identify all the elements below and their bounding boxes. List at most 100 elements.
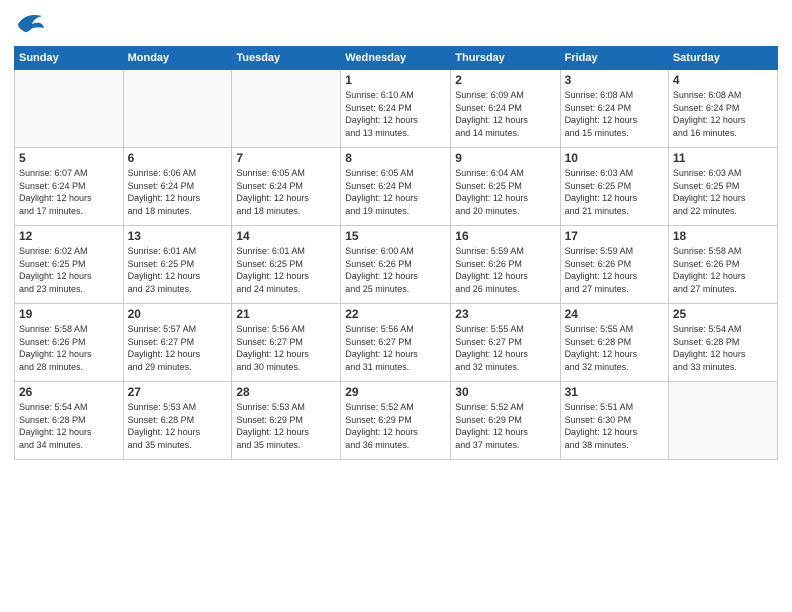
calendar-header-monday: Monday [123,47,232,70]
day-info: Sunrise: 6:09 AM Sunset: 6:24 PM Dayligh… [455,89,555,139]
calendar-header-thursday: Thursday [451,47,560,70]
day-info: Sunrise: 5:59 AM Sunset: 6:26 PM Dayligh… [565,245,664,295]
calendar-cell [123,70,232,148]
calendar-cell: 28Sunrise: 5:53 AM Sunset: 6:29 PM Dayli… [232,382,341,460]
calendar-cell: 20 Sunrise: 5:57 AM Sunset: 6:27 PM Dayli… [123,304,232,382]
calendar-cell: 19Sunrise: 5:58 AM Sunset: 6:26 PM Dayli… [15,304,124,382]
day-number: 22 [345,307,446,321]
calendar-cell [232,70,341,148]
calendar-cell: 9 Sunrise: 6:04 AM Sunset: 6:25 PM Daylig… [451,148,560,226]
calendar-cell: 16 Sunrise: 5:59 AM Sunset: 6:26 PM Dayli… [451,226,560,304]
calendar-cell: 4 Sunrise: 6:08 AM Sunset: 6:24 PM Daylig… [668,70,777,148]
calendar-cell: 6Sunrise: 6:06 AM Sunset: 6:24 PM Daylig… [123,148,232,226]
calendar-header-tuesday: Tuesday [232,47,341,70]
day-info: Sunrise: 6:08 AM Sunset: 6:24 PM Dayligh… [673,89,773,139]
day-number: 31 [565,385,664,399]
day-info: Sunrise: 6:04 AM Sunset: 6:25 PM Dayligh… [455,167,555,217]
day-info: Sunrise: 6:10 AM Sunset: 6:24 PM Dayligh… [345,89,446,139]
calendar-header-friday: Friday [560,47,668,70]
calendar-cell: 21 Sunrise: 5:56 AM Sunset: 6:27 PM Dayli… [232,304,341,382]
day-info: Sunrise: 6:05 AM Sunset: 6:24 PM Dayligh… [236,167,336,217]
logo-bird-icon [14,10,46,38]
day-number: 10 [565,151,664,165]
day-number: 27 [128,385,228,399]
calendar-cell: 7 Sunrise: 6:05 AM Sunset: 6:24 PM Daylig… [232,148,341,226]
day-info: Sunrise: 6:07 AM Sunset: 6:24 PM Dayligh… [19,167,119,217]
day-info: Sunrise: 6:08 AM Sunset: 6:24 PM Dayligh… [565,89,664,139]
calendar-cell: 25 Sunrise: 5:54 AM Sunset: 6:28 PM Dayli… [668,304,777,382]
day-info: Sunrise: 5:54 AM Sunset: 6:28 PM Dayligh… [19,401,119,451]
day-info: Sunrise: 5:54 AM Sunset: 6:28 PM Dayligh… [673,323,773,373]
calendar-week-row: 12 Sunrise: 6:02 AM Sunset: 6:25 PM Dayli… [15,226,778,304]
logo [14,10,46,38]
day-number: 13 [128,229,228,243]
day-info: Sunrise: 6:00 AM Sunset: 6:26 PM Dayligh… [345,245,446,295]
day-info: Sunrise: 5:53 AM Sunset: 6:28 PM Dayligh… [128,401,228,451]
day-number: 1 [345,73,446,87]
day-info: Sunrise: 6:05 AM Sunset: 6:24 PM Dayligh… [345,167,446,217]
day-number: 5 [19,151,119,165]
day-number: 18 [673,229,773,243]
calendar-week-row: 1 Sunrise: 6:10 AM Sunset: 6:24 PM Daylig… [15,70,778,148]
calendar-header-saturday: Saturday [668,47,777,70]
day-info: Sunrise: 5:56 AM Sunset: 6:27 PM Dayligh… [236,323,336,373]
day-number: 21 [236,307,336,321]
calendar-cell: 31 Sunrise: 5:51 AM Sunset: 6:30 PM Dayli… [560,382,668,460]
calendar-cell: 5 Sunrise: 6:07 AM Sunset: 6:24 PM Daylig… [15,148,124,226]
day-number: 9 [455,151,555,165]
day-number: 16 [455,229,555,243]
calendar-cell: 11 Sunrise: 6:03 AM Sunset: 6:25 PM Dayli… [668,148,777,226]
day-info: Sunrise: 6:01 AM Sunset: 6:25 PM Dayligh… [128,245,228,295]
day-info: Sunrise: 5:55 AM Sunset: 6:27 PM Dayligh… [455,323,555,373]
day-info: Sunrise: 5:59 AM Sunset: 6:26 PM Dayligh… [455,245,555,295]
day-number: 20 [128,307,228,321]
calendar-week-row: 19Sunrise: 5:58 AM Sunset: 6:26 PM Dayli… [15,304,778,382]
day-number: 6 [128,151,228,165]
header [14,10,778,38]
day-number: 30 [455,385,555,399]
day-info: Sunrise: 5:52 AM Sunset: 6:29 PM Dayligh… [455,401,555,451]
calendar-cell: 18 Sunrise: 5:58 AM Sunset: 6:26 PM Dayli… [668,226,777,304]
day-info: Sunrise: 6:03 AM Sunset: 6:25 PM Dayligh… [565,167,664,217]
calendar-week-row: 26Sunrise: 5:54 AM Sunset: 6:28 PM Dayli… [15,382,778,460]
calendar-cell: 1 Sunrise: 6:10 AM Sunset: 6:24 PM Daylig… [341,70,451,148]
calendar-cell [668,382,777,460]
calendar-cell: 8Sunrise: 6:05 AM Sunset: 6:24 PM Daylig… [341,148,451,226]
day-info: Sunrise: 5:58 AM Sunset: 6:26 PM Dayligh… [673,245,773,295]
day-number: 2 [455,73,555,87]
day-number: 24 [565,307,664,321]
day-number: 15 [345,229,446,243]
day-info: Sunrise: 6:01 AM Sunset: 6:25 PM Dayligh… [236,245,336,295]
calendar-cell: 3 Sunrise: 6:08 AM Sunset: 6:24 PM Daylig… [560,70,668,148]
day-info: Sunrise: 6:03 AM Sunset: 6:25 PM Dayligh… [673,167,773,217]
day-info: Sunrise: 5:51 AM Sunset: 6:30 PM Dayligh… [565,401,664,451]
day-number: 17 [565,229,664,243]
calendar-cell: 17 Sunrise: 5:59 AM Sunset: 6:26 PM Dayli… [560,226,668,304]
calendar-cell: 26Sunrise: 5:54 AM Sunset: 6:28 PM Dayli… [15,382,124,460]
day-number: 28 [236,385,336,399]
calendar-cell: 30 Sunrise: 5:52 AM Sunset: 6:29 PM Dayli… [451,382,560,460]
day-number: 12 [19,229,119,243]
calendar-cell [15,70,124,148]
day-number: 4 [673,73,773,87]
day-info: Sunrise: 5:57 AM Sunset: 6:27 PM Dayligh… [128,323,228,373]
day-number: 23 [455,307,555,321]
calendar-cell: 22Sunrise: 5:56 AM Sunset: 6:27 PM Dayli… [341,304,451,382]
day-number: 7 [236,151,336,165]
day-number: 3 [565,73,664,87]
calendar-table: SundayMondayTuesdayWednesdayThursdayFrid… [14,46,778,460]
calendar-cell: 23 Sunrise: 5:55 AM Sunset: 6:27 PM Dayli… [451,304,560,382]
day-info: Sunrise: 6:02 AM Sunset: 6:25 PM Dayligh… [19,245,119,295]
calendar-cell: 14Sunrise: 6:01 AM Sunset: 6:25 PM Dayli… [232,226,341,304]
calendar-cell: 24 Sunrise: 5:55 AM Sunset: 6:28 PM Dayli… [560,304,668,382]
calendar-header-row: SundayMondayTuesdayWednesdayThursdayFrid… [15,47,778,70]
calendar-header-sunday: Sunday [15,47,124,70]
day-info: Sunrise: 5:55 AM Sunset: 6:28 PM Dayligh… [565,323,664,373]
day-number: 11 [673,151,773,165]
day-number: 25 [673,307,773,321]
day-number: 29 [345,385,446,399]
calendar-cell: 2 Sunrise: 6:09 AM Sunset: 6:24 PM Daylig… [451,70,560,148]
calendar-cell: 10 Sunrise: 6:03 AM Sunset: 6:25 PM Dayli… [560,148,668,226]
calendar-cell: 13 Sunrise: 6:01 AM Sunset: 6:25 PM Dayli… [123,226,232,304]
calendar-cell: 29Sunrise: 5:52 AM Sunset: 6:29 PM Dayli… [341,382,451,460]
